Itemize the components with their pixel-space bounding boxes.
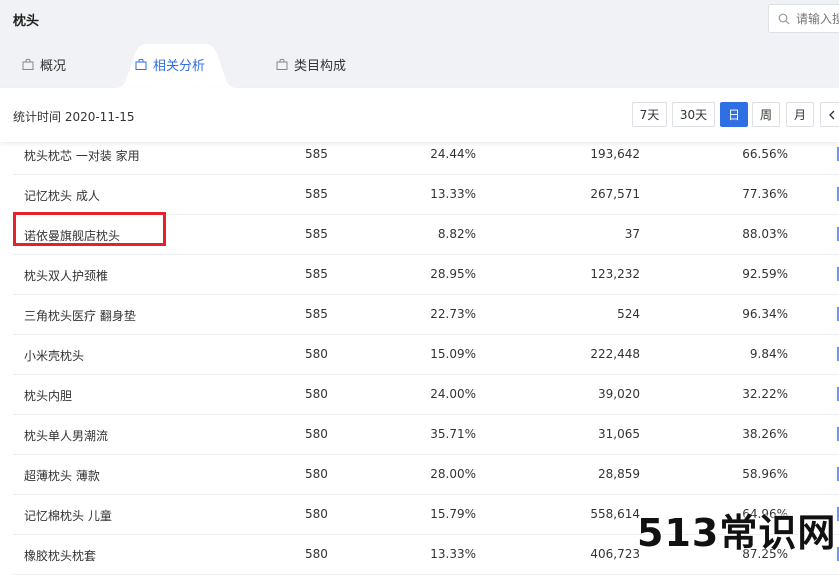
rate-cell: 88.03% <box>742 227 788 241</box>
percent-cell: 35.71% <box>430 427 476 441</box>
search-box[interactable] <box>768 4 839 33</box>
rate-cell: 96.34% <box>742 307 788 321</box>
period-week-button[interactable]: 周 <box>752 102 780 127</box>
chevron-left-icon <box>829 110 835 119</box>
stat-time: 统计时间 2020-11-15 <box>13 110 135 124</box>
toolbar: 统计时间 2020-11-15 7天 30天 日 周 月 <box>0 88 839 142</box>
percent-cell: 13.33% <box>430 187 476 201</box>
number-cell: 267,571 <box>590 187 640 201</box>
keyword-cell: 记忆枕头 成人 <box>24 189 100 203</box>
tab-overview[interactable]: 概况 <box>22 40 66 88</box>
percent-cell: 28.95% <box>430 267 476 281</box>
percent-cell: 15.79% <box>430 507 476 521</box>
tab-bar: 概况 相关分析 类目构成 <box>0 40 839 88</box>
number-cell: 28,859 <box>598 467 640 481</box>
search-input[interactable] <box>796 10 839 28</box>
percent-cell: 15.09% <box>430 347 476 361</box>
percent-cell: 8.82% <box>437 227 476 241</box>
table-row: 小米壳枕头 580 15.09% 222,448 9.84% <box>13 335 839 375</box>
keyword-cell: 记忆棉枕头 儿童 <box>24 509 112 523</box>
rank-cell: 585 <box>305 187 328 201</box>
percent-cell: 13.33% <box>430 547 476 561</box>
keyword-cell: 超薄枕头 薄款 <box>24 469 100 483</box>
table-row: 枕头双人护颈椎 585 28.95% 123,232 92.59% <box>13 255 839 295</box>
keyword-cell: 枕头枕芯 一对装 家用 <box>24 149 140 163</box>
table-row: 三角枕头医疗 翻身垫 585 22.73% 524 96.34% <box>13 295 839 335</box>
period-month-button[interactable]: 月 <box>786 102 814 127</box>
period-7d-button[interactable]: 7天 <box>632 102 667 127</box>
tab-related-analysis[interactable]: 相关分析 <box>135 40 205 88</box>
keyword-cell: 枕头单人男潮流 <box>24 429 109 443</box>
search-icon <box>778 13 790 25</box>
watermark: 513常识网 <box>637 511 837 555</box>
page-title: 枕头 <box>13 14 40 29</box>
tab-label: 相关分析 <box>153 58 206 74</box>
rate-cell: 92.59% <box>742 267 788 281</box>
number-cell: 123,232 <box>590 267 640 281</box>
rate-cell: 9.84% <box>749 347 788 361</box>
rank-cell: 585 <box>305 307 328 321</box>
percent-cell: 24.00% <box>430 387 476 401</box>
keyword-cell: 枕头双人护颈椎 <box>24 269 109 283</box>
rank-cell: 580 <box>305 547 328 561</box>
number-cell: 406,723 <box>590 547 640 561</box>
keyword-cell: 三角枕头医疗 翻身垫 <box>24 309 136 323</box>
tab-category-composition[interactable]: 类目构成 <box>276 40 346 88</box>
rank-cell: 585 <box>305 147 328 161</box>
period-day-button[interactable]: 日 <box>720 102 748 127</box>
page-header: 枕头 概况 相关分析 <box>0 0 839 88</box>
rank-cell: 580 <box>305 347 328 361</box>
table-row: 枕头内胆 580 24.00% 39,020 32.22% <box>13 375 839 415</box>
rank-cell: 580 <box>305 507 328 521</box>
number-cell: 193,642 <box>590 147 640 161</box>
bag-icon <box>135 58 147 70</box>
rank-cell: 580 <box>305 387 328 401</box>
number-cell: 37 <box>624 227 640 241</box>
rate-cell: 58.96% <box>742 467 788 481</box>
table-row: 超薄枕头 薄款 580 28.00% 28,859 58.96% <box>13 455 839 495</box>
bag-icon <box>276 58 288 70</box>
rate-cell: 38.26% <box>742 427 788 441</box>
number-cell: 31,065 <box>598 427 640 441</box>
rank-cell: 580 <box>305 427 328 441</box>
period-30d-button[interactable]: 30天 <box>672 102 715 127</box>
highlight-box <box>13 212 166 246</box>
rate-cell: 77.36% <box>742 187 788 201</box>
number-cell: 558,614 <box>590 507 640 521</box>
rate-cell: 32.22% <box>742 387 788 401</box>
keyword-cell: 枕头内胆 <box>24 389 73 403</box>
number-cell: 222,448 <box>590 347 640 361</box>
rank-cell: 585 <box>305 267 328 281</box>
number-cell: 39,020 <box>598 387 640 401</box>
percent-cell: 28.00% <box>430 467 476 481</box>
percent-cell: 24.44% <box>430 147 476 161</box>
table-row: 枕头单人男潮流 580 35.71% 31,065 38.26% <box>13 415 839 455</box>
bag-icon <box>22 58 34 70</box>
number-cell: 524 <box>617 307 640 321</box>
table-row: 记忆枕头 成人 585 13.33% 267,571 77.36% <box>13 175 839 215</box>
rank-cell: 580 <box>305 467 328 481</box>
percent-cell: 22.73% <box>430 307 476 321</box>
keyword-cell: 橡胶枕头枕套 <box>24 549 97 563</box>
keyword-cell: 小米壳枕头 <box>24 349 85 363</box>
rate-cell: 66.56% <box>742 147 788 161</box>
tab-label: 概况 <box>40 58 67 74</box>
prev-date-button[interactable] <box>820 102 839 127</box>
rank-cell: 585 <box>305 227 328 241</box>
tab-label: 类目构成 <box>294 58 347 74</box>
